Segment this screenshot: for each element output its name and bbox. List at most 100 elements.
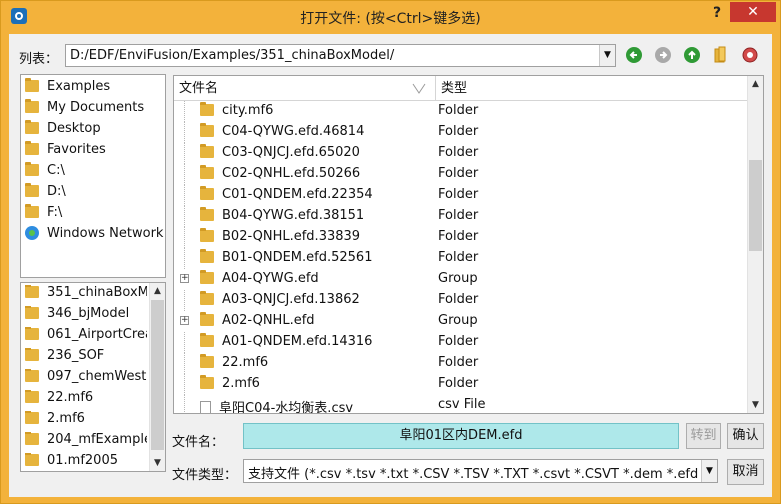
- recent-scrollbar[interactable]: ▲ ▼: [149, 283, 165, 471]
- chevron-down-icon[interactable]: ▼: [599, 45, 615, 66]
- file-row[interactable]: B04-QYWG.efd.38151 Folder: [174, 206, 747, 227]
- settings-button[interactable]: [740, 45, 760, 65]
- tree-line: [184, 353, 185, 374]
- folder-icon: [200, 185, 214, 200]
- recent-item[interactable]: 2.mf6: [25, 411, 147, 432]
- chevron-down-icon[interactable]: ▼: [701, 460, 717, 482]
- file-name-cell: 22.mf6: [200, 353, 268, 370]
- up-icon: [684, 47, 700, 63]
- file-row[interactable]: A03-QNJCJ.efd.13862 Folder: [174, 290, 747, 311]
- column-name[interactable]: 文件名: [174, 76, 436, 101]
- file-row[interactable]: + A04-QYWG.efd Group: [174, 269, 747, 290]
- places-item[interactable]: My Documents: [25, 98, 144, 121]
- column-type[interactable]: 类型: [436, 76, 747, 101]
- places-item[interactable]: Windows Network: [25, 225, 164, 247]
- recent-item-label: 236_SOF: [47, 348, 105, 363]
- file-type: Folder: [438, 355, 479, 370]
- file-name-cell: A04-QYWG.efd: [200, 269, 319, 286]
- file-list-scrollbar[interactable]: ▲ ▼: [747, 76, 763, 413]
- recent-item[interactable]: 204_mfExampleBox: [25, 432, 147, 453]
- file-row[interactable]: city.mf6 Folder: [174, 101, 747, 122]
- path-combobox[interactable]: D:/EDF/EnviFusion/Examples/351_chinaBoxM…: [65, 44, 616, 67]
- recent-item-label: 061_AirportCreate: [47, 327, 147, 342]
- forward-button[interactable]: [653, 45, 673, 65]
- expand-icon[interactable]: +: [180, 274, 189, 283]
- places-item[interactable]: D:\: [25, 182, 66, 205]
- file-list[interactable]: 文件名 类型 ▲ ▼ city.mf6 Folder C04-QYWG.efd.46…: [173, 75, 764, 414]
- recent-item[interactable]: 22.mf6: [25, 390, 147, 411]
- folder-icon: [200, 290, 214, 305]
- forward-icon: [655, 47, 671, 63]
- folder-icon: [200, 269, 214, 284]
- folder-icon: [200, 311, 214, 326]
- file-row[interactable]: C02-QNHL.efd.50266 Folder: [174, 164, 747, 185]
- new-folder-button[interactable]: [711, 45, 731, 65]
- file-name-cell: C01-QNDEM.efd.22354: [200, 185, 373, 202]
- tree-line: [184, 101, 185, 122]
- back-button[interactable]: [624, 45, 644, 65]
- scroll-thumb[interactable]: [151, 300, 164, 450]
- recent-item[interactable]: 236_SOF: [25, 348, 147, 369]
- ok-button[interactable]: 确认: [727, 423, 764, 449]
- scroll-down-icon[interactable]: ▼: [748, 397, 763, 413]
- folder-icon: [200, 332, 214, 347]
- recent-item[interactable]: 01.mf2005: [25, 453, 147, 471]
- file-name: A04-QYWG.efd: [222, 271, 319, 286]
- file-type: Folder: [438, 334, 479, 349]
- recent-item[interactable]: 351_chinaBoxModel: [25, 285, 147, 306]
- tree-line: [184, 227, 185, 248]
- close-button[interactable]: ✕: [730, 2, 776, 22]
- scroll-thumb[interactable]: [749, 160, 762, 251]
- folder-icon: [25, 327, 39, 340]
- file-type: Folder: [438, 187, 479, 202]
- help-button[interactable]: ?: [707, 3, 727, 23]
- file-row[interactable]: 22.mf6 Folder: [174, 353, 747, 374]
- folder-icon: [25, 203, 39, 218]
- folder-icon: [200, 248, 214, 263]
- folder-icon: [25, 285, 39, 298]
- places-item[interactable]: C:\: [25, 161, 65, 184]
- file-row[interactable]: C01-QNDEM.efd.22354 Folder: [174, 185, 747, 206]
- file-row[interactable]: + A02-QNHL.efd Group: [174, 311, 747, 332]
- scroll-up-icon[interactable]: ▲: [748, 76, 763, 92]
- filename-input[interactable]: 阜阳01区内DEM.efd: [243, 423, 679, 449]
- up-button[interactable]: [682, 45, 702, 65]
- folder-icon: [25, 348, 39, 361]
- recent-item-label: 204_mfExampleBox: [47, 432, 147, 447]
- places-item[interactable]: Examples: [25, 77, 110, 100]
- scroll-down-icon[interactable]: ▼: [150, 455, 165, 471]
- file-row[interactable]: A01-QNDEM.efd.14316 Folder: [174, 332, 747, 353]
- file-row[interactable]: B02-QNHL.efd.33839 Folder: [174, 227, 747, 248]
- file-row[interactable]: C03-QNJCJ.efd.65020 Folder: [174, 143, 747, 164]
- filetype-combobox[interactable]: 支持文件 (*.csv *.tsv *.txt *.CSV *.TSV *.TX…: [243, 459, 718, 483]
- file-name-cell: B01-QNDEM.efd.52561: [200, 248, 372, 265]
- file-name: C01-QNDEM.efd.22354: [222, 187, 373, 202]
- file-row[interactable]: 阜阳C04-水均衡表.csv csv File: [174, 395, 747, 413]
- file-row[interactable]: 2.mf6 Folder: [174, 374, 747, 395]
- folder-icon: [25, 98, 39, 113]
- title-bar[interactable]: 打开文件: (按<Ctrl>键多选) ? ✕: [1, 1, 780, 33]
- folder-icon: [25, 140, 39, 155]
- file-type: Folder: [438, 229, 479, 244]
- recent-item[interactable]: 097_chemWest: [25, 369, 147, 390]
- recent-item[interactable]: 061_AirportCreate: [25, 327, 147, 348]
- file-row[interactable]: B01-QNDEM.efd.52561 Folder: [174, 248, 747, 269]
- recent-item-label: 097_chemWest: [47, 369, 147, 384]
- places-list[interactable]: Examples My Documents Desktop Favorites C:\ D…: [20, 74, 166, 278]
- scroll-up-icon[interactable]: ▲: [150, 283, 165, 299]
- network-icon: [25, 225, 39, 240]
- recent-folders-list[interactable]: 01.mf2005 204_mfExampleBox 2.mf6 22.mf6 097_…: [20, 282, 166, 472]
- places-item[interactable]: F:\: [25, 203, 62, 226]
- recent-item[interactable]: 346_bjModel: [25, 306, 147, 327]
- expand-icon[interactable]: +: [180, 316, 189, 325]
- file-row[interactable]: C04-QYWG.efd.46814 Folder: [174, 122, 747, 143]
- goto-button[interactable]: 转到: [686, 423, 721, 449]
- places-item[interactable]: Desktop: [25, 119, 101, 142]
- places-item-label: Windows Network: [47, 226, 164, 241]
- tree-line: [184, 290, 185, 311]
- cancel-button[interactable]: 取消: [727, 459, 764, 485]
- places-item[interactable]: Favorites: [25, 140, 106, 163]
- file-name: A03-QNJCJ.efd.13862: [222, 292, 360, 307]
- new-folder-icon: [714, 46, 726, 63]
- file-name-cell: A03-QNJCJ.efd.13862: [200, 290, 360, 307]
